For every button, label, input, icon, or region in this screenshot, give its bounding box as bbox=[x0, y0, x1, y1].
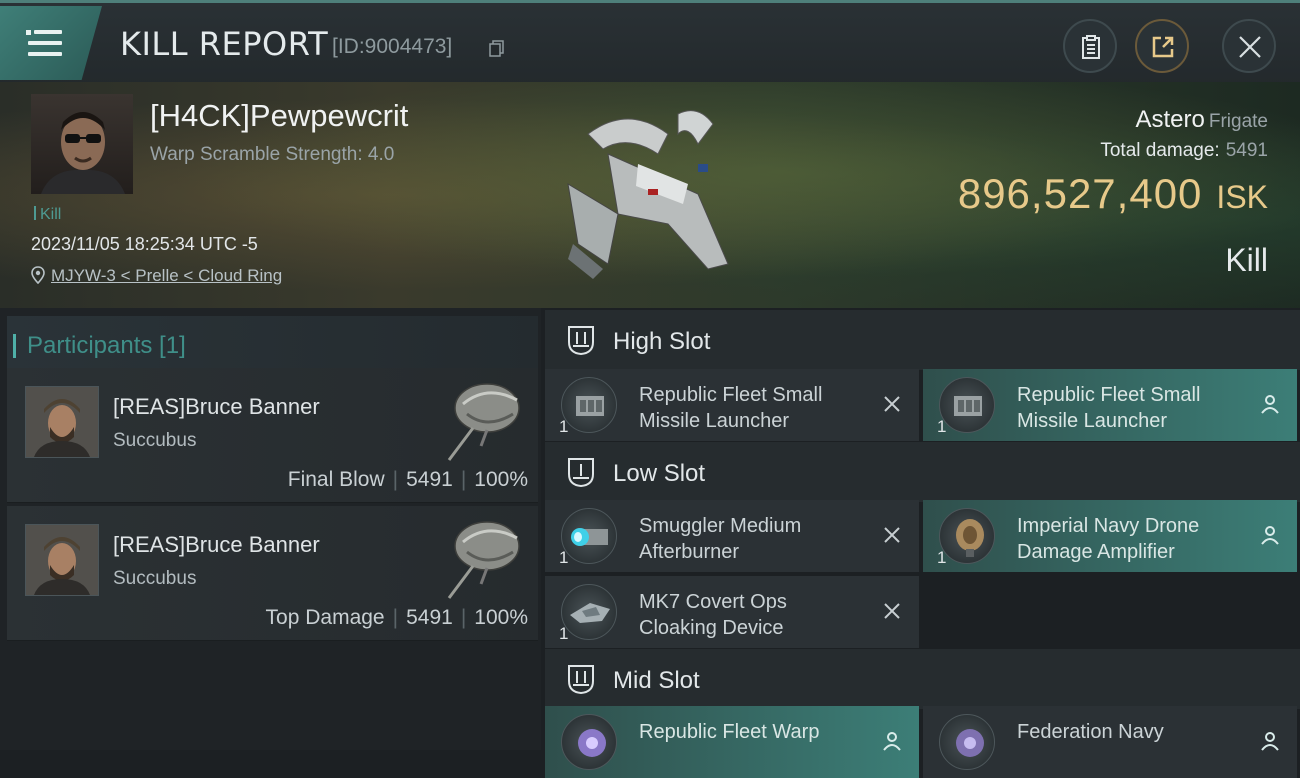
total-damage-label: Total damage: bbox=[1100, 140, 1220, 161]
fitting-panel: High Slot 1 Republic Fleet Small Missile … bbox=[541, 308, 1300, 778]
close-icon bbox=[1239, 36, 1261, 58]
high-slot-header: High Slot bbox=[545, 310, 1300, 370]
header-bar: KILL REPORT [ID:9004473] bbox=[0, 0, 1300, 85]
total-damage: Total damage: 5491 bbox=[1100, 140, 1268, 162]
module-name: MK7 Covert Ops Cloaking Device bbox=[639, 591, 787, 639]
victim-ship[interactable]: Astero Frigate bbox=[1135, 106, 1268, 134]
module-item[interactable]: 1 MK7 Covert Ops Cloaking Device bbox=[545, 576, 919, 648]
warp-scramble-strength: Warp Scramble Strength: 4.0 bbox=[150, 144, 395, 165]
participant-avatar bbox=[25, 386, 99, 458]
module-item[interactable]: 1 Smuggler Medium Afterburner bbox=[545, 500, 919, 572]
isk-value: 896,527,400 ISK bbox=[958, 170, 1268, 218]
participants-title: Participants [1] bbox=[13, 332, 186, 359]
mid-slot-header: Mid Slot bbox=[545, 649, 1300, 709]
participant-stats: Final Blow | 5491 | 100% bbox=[287, 468, 528, 491]
destroyed-icon bbox=[884, 527, 900, 543]
report-id: [ID:9004473] bbox=[332, 35, 453, 58]
kill-datetime: 2023/11/05 18:25:34 UTC -5 bbox=[31, 234, 258, 254]
module-name: Federation Navy bbox=[1017, 721, 1164, 743]
participant-name[interactable]: [REAS]Bruce Banner bbox=[113, 394, 320, 420]
low-slot-header: Low Slot bbox=[545, 442, 1300, 502]
mid-slot-title: Mid Slot bbox=[613, 667, 700, 694]
ship-render bbox=[567, 110, 729, 279]
drone-amplifier-icon bbox=[939, 508, 995, 564]
module-item[interactable]: 1 Republic Fleet Small Missile Launcher bbox=[923, 369, 1297, 441]
destroyed-icon bbox=[884, 396, 900, 412]
isk-unit: ISK bbox=[1216, 179, 1268, 215]
participant-percent: 100% bbox=[474, 606, 528, 629]
participant-role: Final Blow bbox=[287, 468, 385, 491]
module-item[interactable]: Republic Fleet Warp bbox=[545, 706, 919, 778]
low-slot-title: Low Slot bbox=[613, 460, 706, 487]
participant-ship: Succubus bbox=[113, 568, 197, 589]
module-name: Republic Fleet Warp bbox=[639, 721, 820, 743]
participant-card[interactable]: [REAS]Bruce Banner Succubus Top Damage | 5… bbox=[7, 506, 538, 641]
dropped-person-icon bbox=[883, 732, 901, 751]
high-slot-title: High Slot bbox=[613, 328, 711, 355]
menu-button[interactable] bbox=[0, 6, 102, 80]
ship-name: Astero bbox=[1135, 106, 1205, 133]
share-button[interactable] bbox=[1135, 19, 1189, 73]
victim-avatar[interactable] bbox=[31, 94, 133, 194]
clipboard-icon bbox=[1082, 35, 1100, 59]
participant-name[interactable]: [REAS]Bruce Banner bbox=[113, 532, 320, 558]
mid-slot-icon bbox=[568, 665, 594, 695]
low-slot-icon bbox=[568, 458, 594, 488]
participants-panel: Participants [1] [REAS]Bruce Banner Succ… bbox=[0, 308, 541, 750]
succubus-ship-icon bbox=[447, 383, 520, 461]
page-title: KILL REPORT bbox=[120, 25, 329, 63]
succubus-ship-icon bbox=[447, 521, 520, 599]
warp-disruptor-icon bbox=[561, 714, 617, 770]
afterburner-icon bbox=[561, 508, 617, 564]
module-qty: 1 bbox=[559, 417, 569, 436]
participant-role: Top Damage bbox=[265, 606, 385, 629]
module-name: Smuggler Medium Afterburner bbox=[639, 515, 802, 563]
participant-stats: Top Damage | 5491 | 100% bbox=[265, 606, 528, 629]
clipboard-button[interactable] bbox=[1063, 19, 1117, 73]
missile-launcher-icon bbox=[939, 377, 995, 433]
module-item[interactable]: 1 Republic Fleet Small Missile Launcher bbox=[545, 369, 919, 441]
participant-damage: 5491 bbox=[406, 606, 453, 629]
kill-tag: Kill bbox=[34, 206, 61, 224]
participants-header: Participants [1] bbox=[7, 316, 538, 372]
participant-percent: 100% bbox=[474, 468, 528, 491]
module-qty: 1 bbox=[937, 417, 947, 436]
isk-amount: 896,527,400 bbox=[957, 170, 1203, 217]
kill-result: Kill bbox=[1225, 242, 1268, 278]
participant-damage: 5491 bbox=[406, 468, 453, 491]
share-icon bbox=[1152, 36, 1174, 58]
destroyed-icon bbox=[884, 603, 900, 619]
dropped-person-icon bbox=[1261, 732, 1279, 751]
dropped-person-icon bbox=[1261, 526, 1279, 545]
ship-class: Frigate bbox=[1208, 111, 1268, 132]
high-slot-icon bbox=[568, 326, 594, 356]
module-name: Republic Fleet Small Missile Launcher bbox=[639, 384, 823, 432]
dropped-person-icon bbox=[1261, 395, 1279, 414]
module-qty: 1 bbox=[937, 548, 947, 567]
module-item[interactable]: Federation Navy bbox=[923, 706, 1297, 778]
module-name: Imperial Navy Drone Damage Amplifier bbox=[1017, 515, 1200, 563]
module-qty: 1 bbox=[559, 548, 569, 567]
victim-name[interactable]: [H4CK]Pewpewcrit bbox=[150, 98, 408, 134]
participant-avatar bbox=[25, 524, 99, 596]
participant-ship: Succubus bbox=[113, 430, 197, 451]
close-button[interactable] bbox=[1222, 19, 1276, 73]
participant-card[interactable]: [REAS]Bruce Banner Succubus Final Blow | 5… bbox=[7, 368, 538, 503]
kill-location[interactable]: MJYW-3 < Prelle < Cloud Ring bbox=[31, 266, 282, 286]
kill-summary-banner: [H4CK]Pewpewcrit Warp Scramble Strength:… bbox=[0, 82, 1300, 308]
copy-icon[interactable] bbox=[488, 39, 506, 57]
menu-icon bbox=[26, 30, 31, 35]
module-qty: 1 bbox=[559, 624, 569, 643]
module-item[interactable]: 1 Imperial Navy Drone Damage Amplifier bbox=[923, 500, 1297, 572]
missile-launcher-icon bbox=[561, 377, 617, 433]
location-pin-icon bbox=[31, 266, 45, 284]
location-link[interactable]: MJYW-3 < Prelle < Cloud Ring bbox=[51, 266, 282, 285]
cloaking-device-icon bbox=[561, 584, 617, 640]
stasis-webifier-icon bbox=[939, 714, 995, 770]
module-name: Republic Fleet Small Missile Launcher bbox=[1017, 384, 1201, 432]
total-damage-value: 5491 bbox=[1225, 140, 1268, 161]
